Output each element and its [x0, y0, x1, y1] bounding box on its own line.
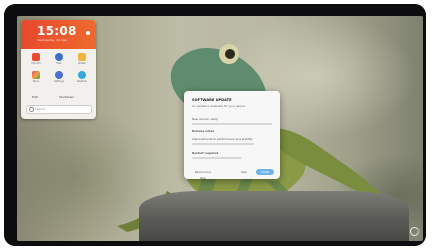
app-label: Settings [54, 80, 64, 83]
app-label: Weather [76, 80, 88, 83]
divider [192, 157, 242, 159]
screen: 15:08 Wednesday, 24 May Chrome Files Not… [17, 16, 423, 241]
app-settings[interactable]: Settings [49, 71, 69, 83]
device-bezel: 15:08 Wednesday, 24 May Chrome Files Not… [4, 4, 426, 246]
store-icon [32, 71, 40, 79]
shutdown-button[interactable]: Shutdown [57, 94, 76, 100]
chrome-icon [32, 53, 40, 61]
launcher-search-input[interactable]: Search [26, 105, 92, 114]
app-label: Store [32, 80, 40, 83]
remind-later-button[interactable]: Remind me later [192, 169, 214, 180]
files-icon [55, 53, 63, 61]
settings-icon [55, 71, 63, 79]
clock-date: Wednesday, 24 May [37, 38, 68, 42]
app-label: Notes [78, 62, 86, 65]
app-weather[interactable]: Weather [72, 71, 92, 83]
skip-button[interactable]: Skip [236, 169, 252, 175]
dialog-line: Restart required [192, 151, 219, 155]
app-label: Chrome [31, 62, 41, 65]
search-placeholder: Search [35, 107, 46, 111]
divider [192, 143, 254, 145]
wallpaper-stone [139, 191, 409, 241]
app-label: Files [56, 62, 62, 65]
notes-icon [78, 53, 86, 61]
app-files[interactable]: Files [49, 53, 69, 65]
update-dialog: SOFTWARE UPDATE An update is available f… [184, 91, 280, 180]
clock-widget: 15:08 Wednesday, 24 May [21, 20, 96, 49]
install-button[interactable]: Install [256, 169, 274, 175]
app-notes[interactable]: Notes [72, 53, 92, 65]
dialog-line: Improvements to performance and stabilit… [192, 137, 253, 141]
edit-button[interactable]: Edit [30, 94, 40, 100]
app-chrome[interactable]: Chrome [26, 53, 46, 65]
app-store[interactable]: Store [26, 71, 46, 83]
clock-menu-icon[interactable] [86, 31, 90, 35]
launcher-tools: Edit Shutdown [27, 94, 91, 101]
weather-icon [78, 71, 86, 79]
search-icon [29, 107, 34, 112]
dialog-line: Release notes [192, 129, 215, 133]
dialog-line: New version ready [192, 117, 219, 121]
dialog-subtitle: An update is available for your device [192, 104, 246, 108]
brand-logo-icon [410, 227, 420, 236]
launcher-panel: 15:08 Wednesday, 24 May Chrome Files Not… [21, 20, 96, 119]
divider [192, 123, 272, 125]
clock-time: 15:08 [37, 24, 77, 38]
dialog-title: SOFTWARE UPDATE [192, 98, 232, 102]
